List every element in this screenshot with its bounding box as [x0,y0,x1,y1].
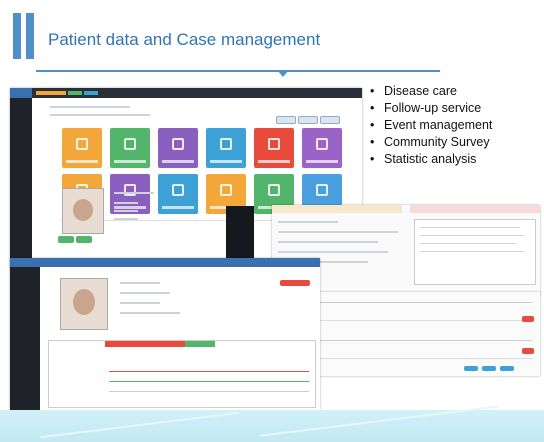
title-accent-bar [13,13,21,59]
tile-label [210,160,242,163]
tile-label [114,160,146,163]
tile-label [306,160,338,163]
dashboard-tile[interactable] [254,128,294,168]
dashboard-topbar [32,88,362,98]
tile-icon [124,138,136,150]
dashboard-tile[interactable] [158,174,198,214]
table-screenshot [314,292,540,376]
dashboard-tile[interactable] [62,128,102,168]
dashboard-tile[interactable] [302,128,342,168]
tile-icon [172,138,184,150]
title-caret-icon [278,71,288,77]
title-underline [36,70,440,72]
title-accent-bar [26,13,34,59]
tile-label [162,160,194,163]
bullet-icon: • [370,152,375,166]
tile-icon [124,184,136,196]
detail-sidebar [10,258,40,410]
tile-icon [316,184,328,196]
tile-icon [172,184,184,196]
feature-list: • Disease care • Follow-up service • Event … [368,83,492,168]
bullet-icon: • [370,118,375,132]
dashboard-tile[interactable] [110,128,150,168]
list-item: • Event management [370,118,493,132]
bullet-icon: • [370,135,375,149]
tile-label [114,206,146,209]
list-item: • Community Survey [370,135,490,149]
bullet-icon: • [370,101,375,115]
list-item: • Disease care [370,84,457,98]
patient-photo [62,188,104,234]
dashboard-tile[interactable] [206,128,246,168]
tile-label [258,160,290,163]
list-item: • Follow-up service [370,101,482,115]
bullet-icon: • [370,84,375,98]
tile-icon [76,138,88,150]
tile-icon [316,138,328,150]
slide-title: Patient data and Case management [48,30,321,49]
tile-icon [268,138,280,150]
dashboard-tile[interactable] [110,174,150,214]
dashboard-tile[interactable] [158,128,198,168]
patient-detail-screenshot [10,258,320,410]
dashboard-sidebar [10,88,32,268]
tile-label [162,206,194,209]
tile-label [66,160,98,163]
bottom-wave-decoration [0,405,544,442]
tile-icon [268,184,280,196]
tile-icon [220,138,232,150]
tile-icon [220,184,232,196]
list-item: • Statistic analysis [370,152,477,166]
